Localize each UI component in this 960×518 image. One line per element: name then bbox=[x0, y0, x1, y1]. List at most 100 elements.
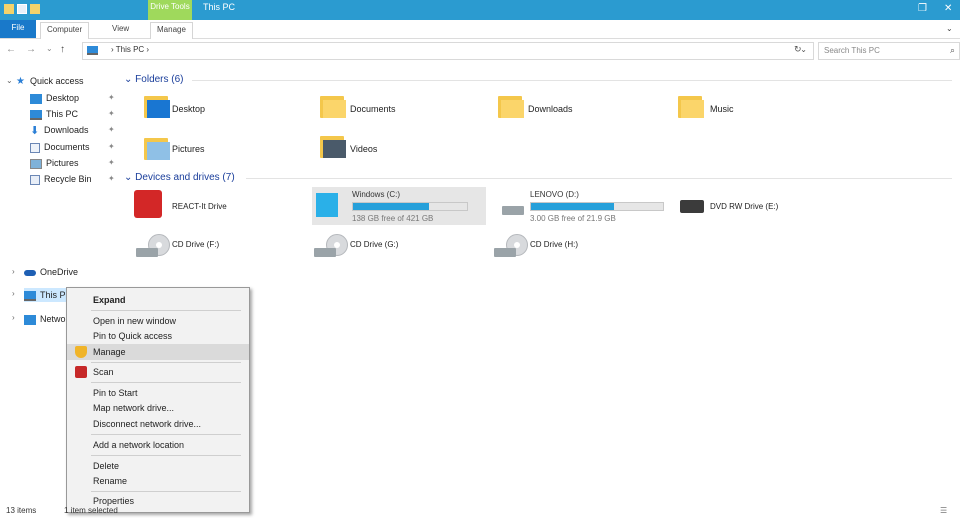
folder-label[interactable]: Documents bbox=[350, 104, 396, 114]
recent-locations-icon[interactable]: ⌄ bbox=[46, 44, 53, 53]
pin-icon[interactable]: ✦ bbox=[108, 142, 115, 151]
drive-label[interactable]: CD Drive (H:) bbox=[530, 240, 578, 249]
menu-item-manage[interactable]: Manage bbox=[67, 344, 249, 360]
devices-group-header[interactable]: ⌄ Devices and drives (7) bbox=[124, 172, 235, 183]
menu-item-open-new-window[interactable]: Open in new window bbox=[67, 313, 249, 329]
up-arrow-icon[interactable]: ↑ bbox=[60, 44, 65, 55]
window-title: This PC bbox=[203, 2, 236, 12]
sidebar-item-recycle-bin[interactable]: Recycle Bin bbox=[30, 172, 92, 186]
folder-label[interactable]: Downloads bbox=[528, 104, 573, 114]
desktop-icon bbox=[30, 93, 42, 104]
pin-icon[interactable]: ✦ bbox=[108, 125, 115, 134]
maximize-icon[interactable]: ❐ bbox=[918, 3, 927, 14]
drive-free-space: 3.00 GB free of 21.9 GB bbox=[530, 214, 616, 223]
folders-group-header[interactable]: ⌄ Folders (6) bbox=[124, 74, 184, 85]
sidebar-item-pictures[interactable]: Pictures bbox=[30, 156, 79, 170]
computer-icon bbox=[87, 46, 98, 55]
details-view-icon[interactable]: ☰ bbox=[940, 506, 947, 515]
tab-file[interactable]: File bbox=[0, 20, 36, 38]
menu-separator bbox=[91, 455, 241, 456]
drive-usage-fill bbox=[531, 203, 615, 210]
sidebar-label: Pictures bbox=[46, 158, 79, 168]
close-icon[interactable]: ✕ bbox=[944, 3, 952, 14]
sidebar-item-quick-access[interactable]: ★ Quick access bbox=[16, 74, 84, 88]
drive-label[interactable]: CD Drive (F:) bbox=[172, 240, 219, 249]
sidebar-label: OneDrive bbox=[40, 267, 79, 277]
sidebar-label: Downloads bbox=[44, 125, 89, 135]
chevron-right-icon[interactable]: › bbox=[12, 267, 15, 276]
pin-icon[interactable]: ✦ bbox=[108, 93, 115, 102]
tab-view[interactable]: View bbox=[106, 22, 135, 38]
pictures-icon bbox=[30, 158, 42, 169]
folder-label[interactable]: Pictures bbox=[172, 144, 205, 154]
sidebar-item-documents[interactable]: Documents bbox=[30, 140, 90, 154]
computer-icon bbox=[30, 109, 42, 120]
chevron-right-icon[interactable]: › bbox=[12, 313, 15, 322]
documents-folder-icon[interactable] bbox=[320, 96, 346, 118]
shield-icon bbox=[75, 346, 87, 358]
sidebar-item-desktop[interactable]: Desktop bbox=[30, 91, 79, 105]
drive-label[interactable]: DVD RW Drive (E:) bbox=[710, 202, 778, 211]
ribbon-expand-icon[interactable]: ⌄ bbox=[940, 22, 959, 38]
menu-item-rename[interactable]: Rename bbox=[67, 473, 249, 489]
menu-separator bbox=[91, 362, 241, 363]
drive-name[interactable]: LENOVO (D:) bbox=[530, 190, 579, 199]
dvd-drive-icon bbox=[680, 200, 704, 213]
search-input[interactable]: Search This PC ⌕ bbox=[818, 42, 960, 60]
network-icon bbox=[24, 314, 36, 325]
drive-usage-fill bbox=[353, 203, 430, 210]
pin-icon[interactable]: ✦ bbox=[108, 158, 115, 167]
menu-item-disconnect-network-drive[interactable]: Disconnect network drive... bbox=[67, 416, 249, 432]
refresh-icon[interactable]: ↻ bbox=[794, 44, 802, 55]
computer-icon bbox=[24, 290, 36, 301]
menu-item-add-network-location[interactable]: Add a network location bbox=[67, 437, 249, 453]
properties-icon[interactable] bbox=[17, 4, 27, 14]
pin-icon[interactable]: ✦ bbox=[108, 109, 115, 118]
menu-item-map-network-drive[interactable]: Map network drive... bbox=[67, 400, 249, 416]
explorer-app-icon[interactable] bbox=[4, 4, 14, 14]
menu-item-scan[interactable]: Scan bbox=[67, 364, 249, 380]
address-bar[interactable]: › This PC › ⌄ bbox=[82, 42, 814, 60]
new-folder-icon[interactable] bbox=[30, 4, 40, 14]
folder-label[interactable]: Music bbox=[710, 104, 734, 114]
pin-icon[interactable]: ✦ bbox=[108, 174, 115, 183]
chevron-down-icon[interactable]: ⌄ bbox=[6, 76, 13, 85]
recycle-bin-icon bbox=[30, 174, 40, 185]
folder-label[interactable]: Desktop bbox=[172, 104, 205, 114]
folders-header-text: Folders (6) bbox=[135, 74, 184, 85]
sidebar-label: Netwo bbox=[40, 314, 66, 324]
drive-label[interactable]: CD Drive (G:) bbox=[350, 240, 398, 249]
menu-item-pin-start[interactable]: Pin to Start bbox=[67, 385, 249, 401]
forward-arrow-icon[interactable]: → bbox=[26, 44, 36, 55]
folder-label[interactable]: Videos bbox=[350, 144, 377, 154]
scan-shield-icon bbox=[75, 366, 87, 378]
contextual-tab-label: Drive Tools bbox=[148, 0, 192, 20]
address-path[interactable]: › This PC › bbox=[111, 45, 149, 54]
chevron-right-icon[interactable]: › bbox=[12, 289, 15, 298]
sidebar-label: Desktop bbox=[46, 93, 80, 103]
menu-item-delete[interactable]: Delete bbox=[67, 458, 249, 474]
sidebar-item-this-pc[interactable]: This PC bbox=[30, 107, 78, 121]
sidebar-item-onedrive[interactable]: OneDrive bbox=[24, 265, 78, 279]
windows-drive-icon bbox=[316, 193, 338, 217]
music-folder-icon[interactable] bbox=[678, 96, 704, 118]
back-arrow-icon[interactable]: ← bbox=[6, 44, 16, 55]
document-icon bbox=[30, 142, 40, 153]
desktop-folder-icon[interactable] bbox=[144, 96, 170, 118]
sidebar-item-network[interactable]: Netwo bbox=[24, 312, 66, 326]
react-it-drive-icon[interactable] bbox=[134, 190, 162, 218]
drive-label[interactable]: REACT-It Drive bbox=[172, 202, 227, 211]
customize-toolbar-icon[interactable] bbox=[43, 4, 49, 14]
tab-computer[interactable]: Computer bbox=[40, 22, 90, 39]
sidebar-item-downloads[interactable]: ⬇ Downloads bbox=[30, 123, 89, 137]
drive-name[interactable]: Windows (C:) bbox=[352, 190, 400, 199]
hard-drive-icon bbox=[502, 206, 524, 215]
menu-item-expand[interactable]: Expand bbox=[67, 292, 249, 308]
search-icon[interactable]: ⌕ bbox=[950, 45, 955, 56]
downloads-folder-icon[interactable] bbox=[498, 96, 524, 118]
videos-folder-icon[interactable] bbox=[320, 136, 346, 158]
menu-item-pin-quick-access[interactable]: Pin to Quick access bbox=[67, 328, 249, 344]
tab-manage[interactable]: Manage bbox=[150, 22, 193, 39]
drive-free-space: 138 GB free of 421 GB bbox=[352, 214, 434, 223]
pictures-folder-icon[interactable] bbox=[144, 138, 170, 160]
